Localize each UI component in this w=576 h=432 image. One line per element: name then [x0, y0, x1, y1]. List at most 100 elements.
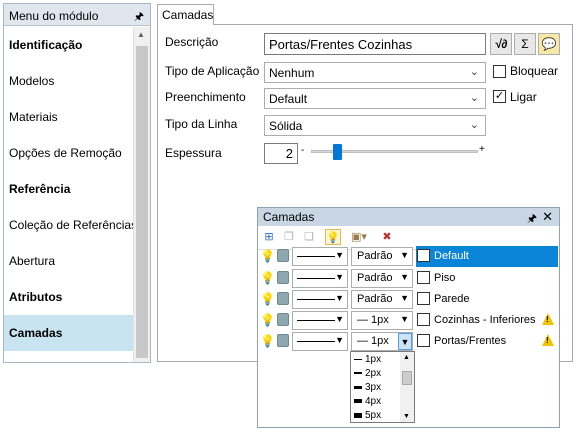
ligar-checkbox[interactable]: ✓	[493, 90, 506, 103]
cube-icon[interactable]	[277, 249, 289, 262]
cube-icon[interactable]	[277, 313, 289, 326]
option-label: 5px	[365, 410, 382, 421]
menu-item-referencia[interactable]: Referência	[4, 171, 133, 207]
line-type-select[interactable]: ▼	[292, 269, 348, 288]
line-weight-value: — 1px	[357, 335, 389, 347]
tab-camadas[interactable]: Camadas	[157, 4, 214, 25]
tipo-aplicacao-select[interactable]: Nenhum ⌄	[264, 62, 486, 83]
formula-button[interactable]: √∂	[490, 33, 512, 55]
warning-icon: !	[542, 313, 554, 325]
menu-item-opcoes-remocao[interactable]: Opções de Remoção	[4, 135, 133, 171]
layer-row-piso[interactable]: 💡 ▼ Padrão ▼ Piso	[257, 268, 558, 289]
bloquear-label: Bloquear	[510, 64, 559, 78]
espessura-input[interactable]: 2	[264, 143, 298, 164]
pin-icon[interactable]: 🖈	[134, 8, 144, 27]
scroll-down-icon[interactable]: ▼	[403, 413, 410, 420]
layer-color-swatch[interactable]	[417, 271, 430, 284]
tipo-aplicacao-value: Nenhum	[269, 66, 315, 80]
espessura-label: Espessura	[165, 146, 222, 160]
menu-item-identificacao[interactable]: Identificação	[4, 27, 133, 63]
module-menu-panel: Menu do módulo 🖈 Identificação Modelos M…	[3, 3, 151, 363]
layers-window-titlebar[interactable]: Camadas 🖈 ✕	[258, 208, 559, 226]
line-type-select[interactable]: ▼	[292, 332, 348, 351]
dropdown-open-button[interactable]: ▼	[398, 333, 412, 350]
dropdown-scroll-thumb[interactable]	[402, 371, 412, 385]
descricao-input[interactable]: Portas/Frentes Cozinhas	[264, 33, 486, 55]
layer-color-swatch[interactable]	[417, 313, 430, 326]
delete-layer-icon[interactable]: ✖	[379, 229, 395, 245]
line-type-select[interactable]: ▼	[292, 311, 348, 330]
lightbulb-icon[interactable]: 💡	[260, 271, 275, 285]
menu-item-abertura[interactable]: Abertura	[4, 243, 133, 279]
scroll-up-icon[interactable]: ▲	[137, 30, 145, 39]
dropdown-option-1px[interactable]: 1px	[354, 354, 381, 365]
menu-scrollbar[interactable]: ▲	[133, 27, 150, 362]
lightbulb-icon[interactable]: 💡	[325, 229, 341, 245]
dropdown-option-5px[interactable]: 5px	[354, 410, 381, 422]
menu-item-materiais[interactable]: Materiais	[4, 99, 133, 135]
layer-row-default[interactable]: 💡 ▼ Padrão ▼ Default	[257, 246, 558, 267]
layer-name-cell[interactable]: Default	[416, 246, 558, 267]
layer-name: Cozinhas - Inferiores	[434, 314, 536, 326]
scroll-up-icon[interactable]: ▲	[403, 354, 410, 361]
menu-scroll-thumb[interactable]	[136, 46, 148, 358]
layer-row-parede[interactable]: 💡 ▼ Padrão ▼ Parede	[257, 289, 558, 310]
espessura-minus: -	[301, 145, 305, 156]
lightbulb-icon[interactable]: 💡	[260, 292, 275, 306]
lightbulb-icon[interactable]: 💡	[260, 249, 275, 263]
menu-item-colecao-referencias[interactable]: Coleção de Referências	[4, 207, 133, 243]
line-type-select[interactable]: ▼	[292, 290, 348, 309]
preenchimento-label: Preenchimento	[165, 90, 246, 104]
layer-row-cozinhas-inferiores[interactable]: 💡 ▼ — 1px ▼ Cozinhas - Inferiores!	[257, 310, 558, 331]
lightbulb-icon[interactable]: 💡	[260, 313, 275, 327]
layer-name-cell[interactable]: Cozinhas - Inferiores!	[416, 310, 558, 331]
paste-layer-icon[interactable]: ❏	[301, 229, 317, 245]
line-weight-select[interactable]: Padrão ▼	[351, 290, 413, 309]
layer-color-swatch[interactable]	[417, 334, 430, 347]
layer-color-swatch[interactable]	[417, 292, 430, 305]
cube-icon[interactable]	[277, 292, 289, 305]
dropdown-arrow-icon: ▼	[335, 335, 344, 345]
tipo-linha-select[interactable]: Sólida ⌄	[264, 115, 486, 136]
dropdown-option-3px[interactable]: 3px	[354, 382, 381, 393]
comment-button[interactable]: 💬	[538, 33, 560, 55]
preenchimento-value: Default	[269, 92, 308, 106]
dropdown-scrollbar[interactable]: ▲ ▼	[400, 352, 414, 422]
add-layer-icon[interactable]: ⊞	[261, 229, 277, 245]
copy-layer-icon[interactable]: ❐	[281, 229, 297, 245]
layer-name-cell[interactable]: Piso	[416, 268, 558, 289]
menu-item-modelos[interactable]: Modelos	[4, 63, 133, 99]
module-menu-title: Menu do módulo	[9, 9, 99, 23]
layer-name: Default	[434, 250, 469, 262]
line-weight-select[interactable]: — 1px ▼	[351, 311, 413, 330]
line-type-select[interactable]: ▼	[292, 247, 348, 266]
dropdown-option-4px[interactable]: 4px	[354, 396, 381, 407]
tipo-linha-label: Tipo da Linha	[165, 117, 238, 131]
sum-button[interactable]: Σ	[514, 33, 536, 55]
dropdown-option-2px[interactable]: 2px	[354, 368, 381, 379]
dropdown-arrow-icon: ▼	[400, 250, 409, 260]
layer-options-icon[interactable]: ▣▾	[347, 229, 371, 245]
cube-icon[interactable]	[277, 334, 289, 347]
descricao-label: Descrição	[165, 35, 219, 49]
preenchimento-select[interactable]: Default ⌄	[264, 88, 486, 109]
line-weight-value: Padrão	[357, 293, 393, 305]
option-label: 2px	[365, 368, 382, 379]
menu-item-atributos[interactable]: Atributos	[4, 279, 133, 315]
cube-icon[interactable]	[277, 271, 289, 284]
menu-item-camadas[interactable]: Camadas	[4, 315, 133, 351]
layer-name: Parede	[434, 293, 470, 305]
close-icon[interactable]: ✕	[542, 209, 553, 225]
layer-name-cell[interactable]: Parede	[416, 289, 558, 310]
dropdown-arrow-icon: ▼	[400, 293, 409, 303]
bloquear-checkbox[interactable]	[493, 65, 506, 78]
layer-color-swatch[interactable]	[417, 249, 430, 262]
lightbulb-icon[interactable]: 💡	[260, 334, 275, 348]
line-weight-dropdown-list: 1px 2px 3px 4px 5px ▲ ▼	[350, 351, 415, 423]
tipo-aplicacao-label: Tipo de Aplicação	[165, 64, 260, 78]
layer-name-cell[interactable]: Portas/Frentes!	[416, 331, 558, 352]
espessura-slider-thumb[interactable]	[332, 144, 342, 160]
dropdown-arrow-icon: ▼	[335, 314, 344, 324]
line-weight-select[interactable]: Padrão ▼	[351, 269, 413, 288]
line-weight-select[interactable]: Padrão ▼	[351, 247, 413, 266]
